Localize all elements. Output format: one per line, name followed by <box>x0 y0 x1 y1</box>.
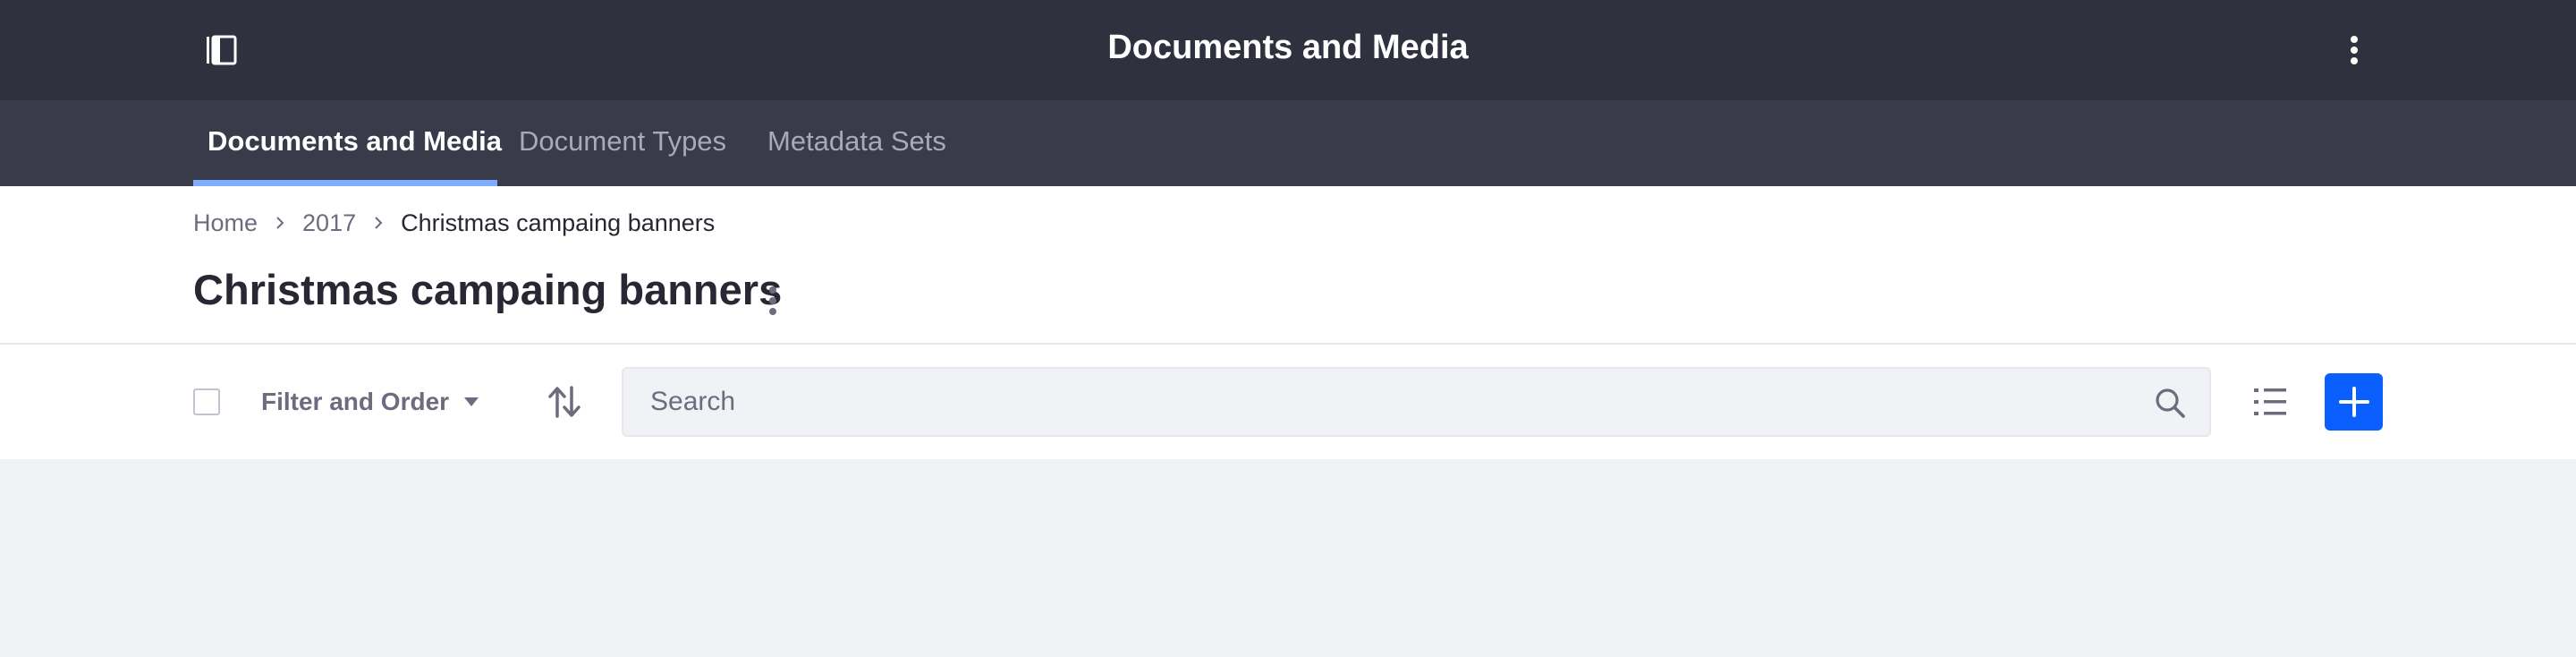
page-title: Christmas campaing banners <box>193 266 783 313</box>
tab-label: Documents and Media <box>208 125 502 157</box>
ellipsis-vertical-icon <box>769 286 776 315</box>
ellipsis-vertical-icon <box>2351 36 2358 64</box>
angle-right-icon <box>356 215 401 231</box>
app-title: Documents and Media <box>1107 29 1469 66</box>
search-icon[interactable] <box>2154 387 2186 419</box>
app-header: Documents and Media <box>0 0 2576 100</box>
breadcrumb-item-home[interactable]: Home <box>193 209 258 237</box>
tab-metadata-sets[interactable]: Metadata Sets <box>767 100 946 186</box>
sort-direction-button[interactable] <box>542 379 587 425</box>
select-all-checkbox[interactable] <box>193 388 220 415</box>
tab-document-types[interactable]: Document Types <box>519 100 726 186</box>
angle-right-icon <box>258 215 302 231</box>
list-icon <box>2254 388 2286 415</box>
product-menu-icon <box>207 35 237 65</box>
app-options-button[interactable] <box>2336 30 2372 70</box>
filter-and-order-dropdown[interactable]: Filter and Order <box>261 377 479 427</box>
tab-label: Metadata Sets <box>767 125 946 157</box>
order-arrow-icon <box>548 386 580 418</box>
search-input[interactable] <box>650 369 2081 435</box>
caret-bottom-icon <box>464 397 479 406</box>
content-area <box>0 459 2576 657</box>
tab-label: Document Types <box>519 125 727 157</box>
display-style-button[interactable] <box>2249 379 2292 425</box>
active-tab-indicator <box>193 180 497 186</box>
tab-documents-and-media[interactable]: Documents and Media <box>193 100 502 186</box>
management-toolbar: Filter and Order <box>0 345 2576 459</box>
sidebar-toggle-button[interactable] <box>202 32 240 68</box>
breadcrumb-current: Christmas campaing banners <box>401 209 716 236</box>
navigation-bar: Documents and Media Document Types Metad… <box>0 100 2576 186</box>
folder-actions-button[interactable] <box>757 276 789 326</box>
plus-icon <box>2338 387 2369 417</box>
add-button[interactable] <box>2325 373 2383 431</box>
filter-label: Filter and Order <box>261 388 450 415</box>
breadcrumb: Home 2017 Christmas campaing banners <box>193 201 715 245</box>
page-header: Home 2017 Christmas campaing banners Chr… <box>0 186 2576 345</box>
search-box <box>622 367 2211 437</box>
breadcrumb-item-2017[interactable]: 2017 <box>302 209 356 237</box>
